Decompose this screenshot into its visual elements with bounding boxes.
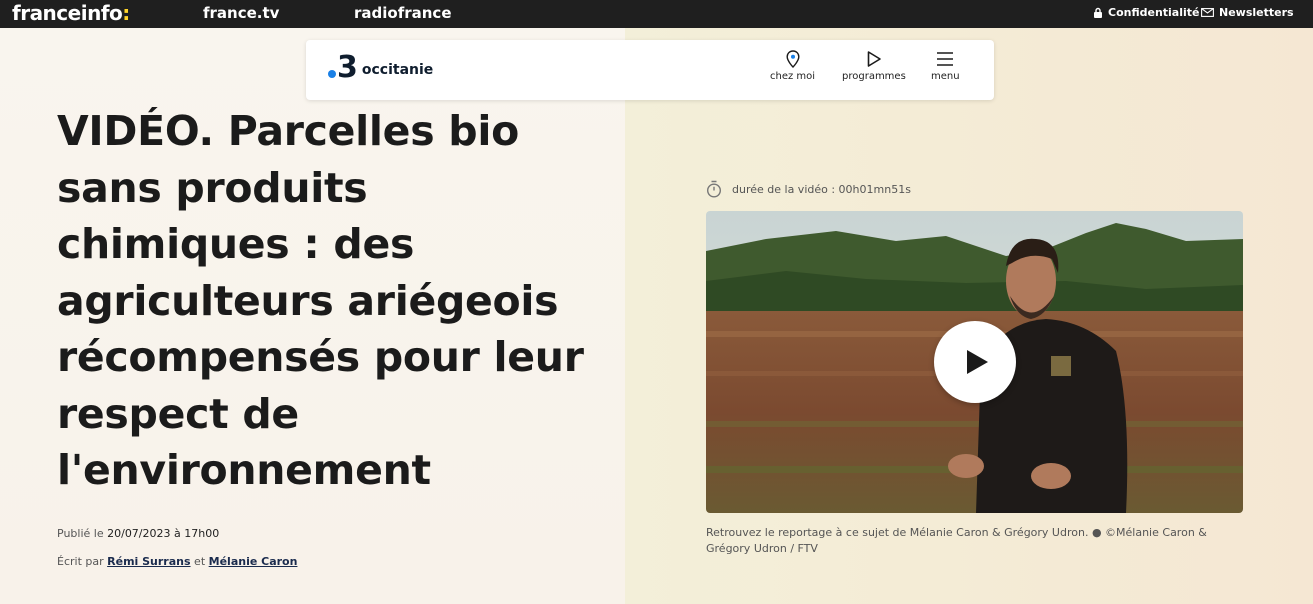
timer-icon: [706, 180, 722, 198]
nav-link-radiofrance[interactable]: radiofrance: [354, 4, 452, 22]
play-icon: [967, 350, 988, 374]
franceinfo-logo[interactable]: franceinfo:: [12, 1, 130, 25]
france3-occitanie-logo[interactable]: 3 occitanie: [328, 50, 434, 85]
brand-name: franceinfo: [12, 1, 123, 25]
location-pin-icon: [786, 50, 800, 68]
menu-button[interactable]: menu: [931, 50, 960, 82]
published-prefix: Publié le: [57, 527, 104, 540]
video-duration-label: durée de la vidéo : 00h01mn51s: [732, 182, 911, 196]
hamburger-icon: [937, 52, 954, 66]
brand-colon: :: [122, 1, 130, 25]
authors-joiner: et: [194, 555, 206, 568]
video-duration: durée de la vidéo : 00h01mn51s: [706, 180, 911, 198]
chez-moi-label: chez moi: [770, 71, 816, 82]
regional-header: 3 occitanie chez moi programmes menu: [306, 40, 994, 100]
author-info: Écrit par Rémi Surrans et Mélanie Caron: [57, 555, 297, 568]
newsletters-link[interactable]: Newsletters: [1201, 6, 1294, 19]
written-prefix: Écrit par: [57, 555, 104, 568]
video-caption: Retrouvez le reportage à ce sujet de Mél…: [706, 526, 1207, 555]
play-outline-icon: [867, 51, 881, 67]
lock-icon: [1094, 7, 1102, 18]
author-link-melanie-caron[interactable]: Mélanie Caron: [209, 555, 298, 568]
published-date: 20/07/2023 à 17h00: [107, 527, 220, 540]
nav-link-francetv[interactable]: france.tv: [203, 4, 279, 22]
privacy-label: Confidentialité: [1108, 6, 1200, 19]
privacy-link[interactable]: Confidentialité: [1093, 6, 1200, 19]
newsletters-label: Newsletters: [1219, 6, 1294, 19]
author-link-remi-surrans[interactable]: Rémi Surrans: [107, 555, 190, 568]
video-player[interactable]: [706, 211, 1243, 513]
top-bar: franceinfo: france.tv radiofrance Confid…: [0, 0, 1313, 28]
chez-moi-button[interactable]: chez moi: [770, 50, 815, 82]
mail-icon: [1201, 8, 1214, 17]
article-headline: VIDÉO. Parcelles bio sans produits chimi…: [57, 107, 584, 494]
logo-number: 3: [337, 50, 358, 85]
programmes-label: programmes: [842, 71, 906, 82]
logo-dot: [328, 70, 336, 78]
published-info: Publié le 20/07/2023 à 17h00: [57, 527, 219, 540]
programmes-button[interactable]: programmes: [842, 50, 906, 82]
play-button[interactable]: [934, 321, 1016, 403]
logo-region: occitanie: [361, 62, 434, 78]
menu-label: menu: [931, 71, 960, 82]
